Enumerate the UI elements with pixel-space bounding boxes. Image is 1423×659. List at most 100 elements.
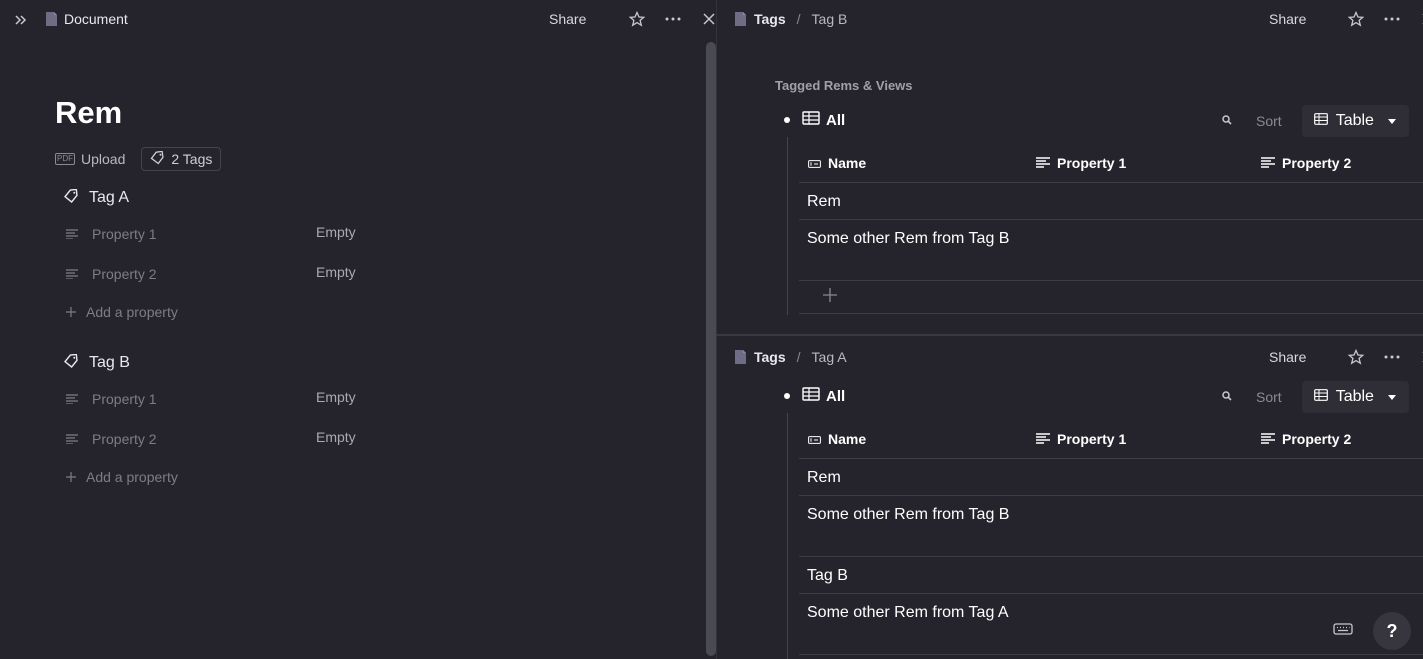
view-name: All: [826, 111, 846, 129]
add-property-button[interactable]: Add a property: [66, 304, 178, 320]
column-label: Property 2: [1282, 155, 1352, 171]
share-button[interactable]: Share: [1269, 11, 1306, 27]
tag-section-a: Tag A: [64, 186, 129, 210]
table-icon: [1313, 112, 1328, 130]
column-label: Property 1: [1057, 431, 1127, 447]
page-title[interactable]: Rem: [55, 95, 122, 131]
upload-button[interactable]: PDF Upload: [55, 151, 125, 167]
view-type-dropdown[interactable]: Table: [1301, 381, 1409, 413]
view-tools: Sort Table: [1222, 381, 1409, 413]
document-breadcrumb-label: Document: [64, 11, 128, 27]
page-icon: [45, 11, 58, 27]
pane-divider[interactable]: [716, 334, 1423, 336]
document-scrollbar[interactable]: [706, 42, 716, 656]
tags-count-label: 2 Tags: [171, 151, 213, 167]
table-cell-name[interactable]: Some other Rem from Tag A: [807, 601, 1017, 625]
more-dots-icon[interactable]: [1382, 347, 1402, 367]
view-name: All: [826, 387, 846, 405]
add-row-button[interactable]: [799, 281, 1423, 314]
tag-icon: [64, 188, 79, 208]
tag-a-table: Name Property 1 Property 2 Rem Some othe…: [799, 419, 1423, 655]
breadcrumb-current[interactable]: Tag B: [812, 11, 848, 27]
search-icon[interactable]: [1222, 390, 1232, 404]
table-cell-name[interactable]: Some other Rem from Tag B: [807, 503, 1017, 527]
name-field-icon: [808, 431, 821, 447]
text-lines-icon: [66, 431, 80, 447]
close-icon[interactable]: [1418, 9, 1423, 29]
sort-button[interactable]: Sort: [1256, 389, 1282, 405]
document-topbar: Document Share: [0, 0, 716, 40]
tag-heading[interactable]: Tag B: [64, 351, 130, 375]
table-cell-name[interactable]: Some other Rem from Tag B: [807, 227, 1017, 251]
more-dots-icon[interactable]: [1382, 9, 1402, 29]
breadcrumb-separator: /: [796, 11, 801, 27]
column-header-name[interactable]: Name: [808, 431, 866, 447]
property-name: Property 2: [92, 431, 157, 447]
text-lines-icon: [66, 391, 80, 407]
text-lines-icon: [66, 226, 80, 242]
column-header-property-1[interactable]: Property 1: [1036, 155, 1126, 171]
star-icon[interactable]: [627, 9, 647, 29]
breadcrumb-current[interactable]: Tag A: [812, 349, 847, 365]
property-value[interactable]: Empty: [316, 264, 356, 280]
property-row[interactable]: Property 2: [66, 266, 157, 282]
table-cell-name[interactable]: Tag B: [807, 564, 1017, 588]
text-lines-icon: [1036, 155, 1050, 171]
table-row[interactable]: Some other Rem from Tag B: [799, 220, 1423, 281]
column-header-property-2[interactable]: Property 2: [1261, 431, 1351, 447]
add-property-label: Add a property: [86, 304, 178, 320]
star-icon[interactable]: [1346, 347, 1366, 367]
column-label: Property 2: [1282, 431, 1352, 447]
column-header-name[interactable]: Name: [808, 155, 866, 171]
view-type-label: Table: [1335, 112, 1374, 129]
tags-button[interactable]: 2 Tags: [141, 147, 222, 171]
tree-guide-line: [787, 413, 788, 659]
tree-guide-line: [787, 137, 788, 315]
add-property-label: Add a property: [86, 469, 178, 485]
property-name: Property 2: [92, 266, 157, 282]
keyboard-icon[interactable]: [1333, 622, 1355, 638]
bullet[interactable]: [784, 393, 790, 399]
table-cell-name[interactable]: Rem: [807, 466, 1017, 490]
more-dots-icon[interactable]: [663, 9, 683, 29]
column-label: Name: [828, 431, 867, 447]
property-row[interactable]: Property 2: [66, 431, 157, 447]
view-row[interactable]: All: [784, 111, 845, 129]
property-row[interactable]: Property 1: [66, 226, 157, 242]
sort-button[interactable]: Sort: [1256, 113, 1282, 129]
document-breadcrumb[interactable]: Document: [45, 11, 128, 27]
view-row[interactable]: All: [784, 387, 845, 405]
close-icon[interactable]: [1418, 347, 1423, 367]
add-property-button[interactable]: Add a property: [66, 469, 178, 485]
tag-heading[interactable]: Tag A: [64, 186, 129, 210]
star-icon[interactable]: [1346, 9, 1366, 29]
help-button[interactable]: ?: [1373, 612, 1411, 650]
table-row[interactable]: Some other Rem from Tag A: [799, 594, 1423, 655]
bullet[interactable]: [784, 117, 790, 123]
chevron-down-icon: [1387, 394, 1396, 400]
property-value[interactable]: Empty: [316, 389, 356, 405]
search-icon[interactable]: [1222, 114, 1232, 128]
table-cell-name[interactable]: Rem: [807, 190, 1017, 214]
table-header: Name Property 1 Property 2: [799, 419, 1423, 459]
column-header-property-1[interactable]: Property 1: [1036, 431, 1126, 447]
table-row[interactable]: Rem: [799, 459, 1423, 496]
upload-label: Upload: [81, 151, 126, 167]
expand-sidebar-icon[interactable]: [12, 10, 30, 30]
property-value[interactable]: Empty: [316, 224, 356, 240]
column-header-property-2[interactable]: Property 2: [1261, 155, 1351, 171]
page-icon: [734, 11, 747, 27]
table-row[interactable]: Rem: [799, 183, 1423, 220]
breadcrumb-root[interactable]: Tags: [754, 11, 786, 27]
share-button[interactable]: Share: [1269, 349, 1306, 365]
property-value[interactable]: Empty: [316, 429, 356, 445]
property-name: Property 1: [92, 226, 157, 242]
table-row[interactable]: Tag B: [799, 557, 1423, 594]
property-row[interactable]: Property 1: [66, 391, 157, 407]
view-type-dropdown[interactable]: Table: [1301, 105, 1409, 137]
share-button[interactable]: Share: [549, 11, 586, 27]
table-icon: [802, 387, 820, 405]
tag-name: Tag A: [89, 189, 130, 206]
table-row[interactable]: Some other Rem from Tag B: [799, 496, 1423, 557]
breadcrumb-root[interactable]: Tags: [754, 349, 786, 365]
